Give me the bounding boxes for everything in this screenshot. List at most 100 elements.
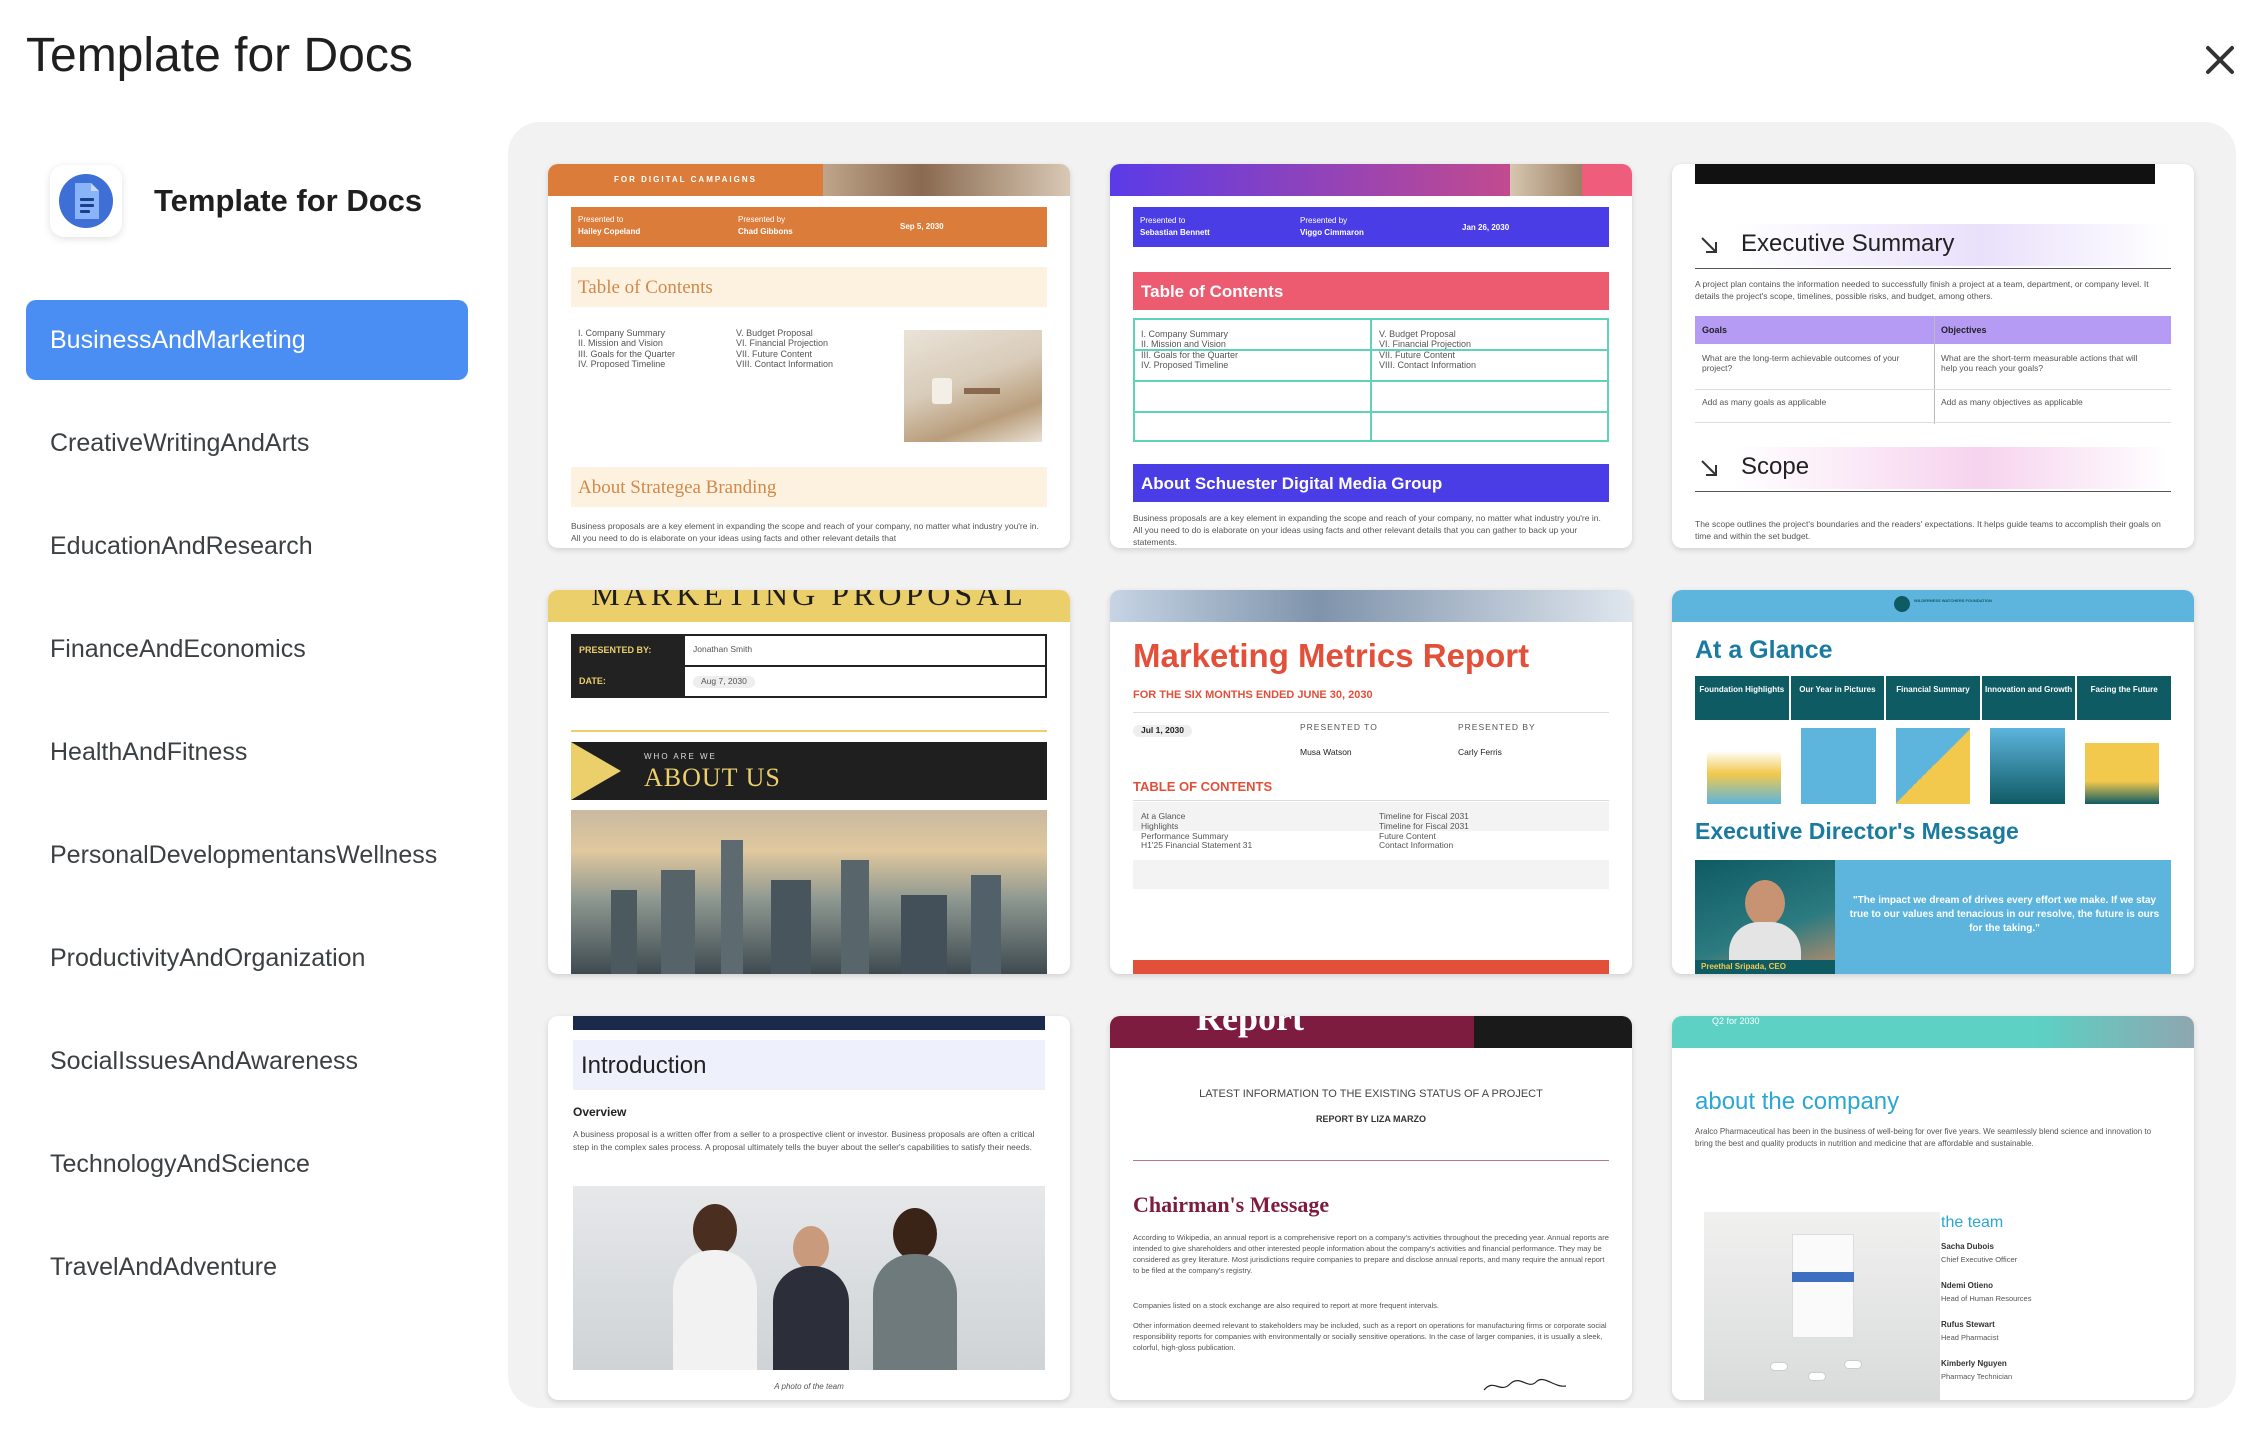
ceo-photo — [1695, 860, 1835, 974]
about-title: About Schuester Digital Media Group — [1141, 474, 1443, 493]
glance-title: At a Glance — [1695, 636, 1833, 664]
template-gallery: FOR DIGITAL CAMPAIGNS Presented to Haile… — [508, 122, 2236, 1408]
toc-item: II. Mission and Vision — [1141, 339, 1226, 350]
tagline: FOR DIGITAL CAMPAIGNS — [614, 175, 757, 184]
period: Q2 for 2030 — [1712, 1016, 1760, 1026]
template-card-marketing-metrics-report[interactable]: Marketing Metrics Report FOR THE SIX MON… — [1110, 590, 1632, 974]
about-title: about the company — [1695, 1088, 1900, 1115]
presented-to: Musa Watson — [1300, 747, 1352, 757]
category-social-issues-and-awareness[interactable]: SocialIssuesAndAwareness — [26, 1021, 468, 1101]
scope-title: Scope — [1741, 453, 1810, 480]
category-personal-development-wellness[interactable]: PersonalDevelopmentansWellness — [26, 815, 468, 895]
report-subtitle: FOR THE SIX MONTHS ENDED JUNE 30, 2030 — [1133, 689, 1373, 701]
toc-left: I. Company Summary II. Mission and Visio… — [578, 328, 675, 369]
template-card-foundation-annual-report[interactable]: WILDERNESS WATCHERS FOUNDATION At a Glan… — [1672, 590, 2194, 974]
toc-item: V. Budget Proposal — [1379, 329, 1456, 339]
toc-item: VIII. Contact Information — [1379, 360, 1477, 371]
toc-item: I. Company Summary — [1141, 329, 1229, 339]
report-author: REPORT BY LIZA MARZO — [1316, 1114, 1426, 1124]
toc-item: VIII. Contact Information — [736, 359, 834, 370]
glance-tab: Financial Summary — [1886, 676, 1980, 720]
glance-tab: Innovation and Growth — [1981, 676, 2076, 720]
toc-item: I. Company Summary — [578, 328, 666, 338]
presented-by-label: PRESENTED BY — [1458, 722, 1536, 732]
exec-body: A project plan contains the information … — [1695, 279, 2149, 301]
category-nav: BusinessAndMarketing CreativeWritingAndA… — [26, 300, 468, 1330]
glance-tab: Facing the Future — [2077, 676, 2171, 720]
proposal-title: MARKETING PROPOSAL — [591, 590, 1027, 612]
glance-tab: Foundation Highlights — [1695, 676, 1789, 720]
page-title: Template for Docs — [26, 29, 413, 82]
foundation-logo-icon — [1894, 596, 1910, 612]
who-label: WHO ARE WE — [644, 752, 717, 761]
report-subtitle: LATEST INFORMATION TO THE EXISTING STATU… — [1199, 1088, 1543, 1100]
team-member-role: Head Pharmacist — [1941, 1333, 1999, 1343]
template-card-marketing-proposal[interactable]: MARKETING PROPOSAL PRESENTED BY: Jonatha… — [548, 590, 1070, 974]
about-body: Aralco Pharmaceutical has been in the bu… — [1695, 1127, 2152, 1148]
arrow-down-right-icon — [1701, 460, 1717, 476]
team-member-name: Kimberly Nguyen — [1941, 1359, 2007, 1368]
team-title: the team — [1941, 1214, 2004, 1231]
close-icon — [2206, 46, 2234, 74]
body-paragraph-1: According to Wikipedia, an annual report… — [1133, 1233, 1609, 1275]
goals-header: Goals — [1702, 325, 1728, 335]
body-text: Business proposals are a key element in … — [1133, 513, 1601, 547]
arrow-down-right-icon — [1701, 237, 1717, 253]
toc-item: V. Budget Proposal — [736, 328, 813, 338]
presented-by: Viggo Cimmaron — [1300, 228, 1364, 237]
template-card-annual-report[interactable]: Report LATEST INFORMATION TO THE EXISTIN… — [1110, 1016, 1632, 1400]
desk-photo — [904, 330, 1042, 442]
presented-by: Jonathan Smith — [693, 644, 753, 654]
report-title: Report — [1196, 1016, 1304, 1038]
toc-right: V. Budget Proposal VI. Financial Project… — [1379, 329, 1476, 370]
goals-question: What are the long-term achievable outcom… — [1702, 353, 1900, 373]
exec-title: Executive Summary — [1741, 230, 1955, 257]
template-card-business-proposal[interactable]: Introduction Overview A business proposa… — [548, 1016, 1070, 1400]
close-button[interactable] — [2196, 36, 2244, 84]
toc-left: At a Glance Highlights Performance Summa… — [1141, 811, 1253, 851]
objectives-question: What are the short-term measurable actio… — [1941, 353, 2138, 373]
toc-item: II. Mission and Vision — [578, 338, 663, 349]
intro-title: Introduction — [581, 1052, 707, 1079]
glance-illustrations — [1695, 728, 2171, 804]
toc-item: H1'25 Financial Statement 31 — [1141, 840, 1253, 851]
category-travel-and-adventure[interactable]: TravelAndAdventure — [26, 1227, 468, 1307]
body-paragraph-2: Companies listed on a stock exchange are… — [1133, 1301, 1439, 1310]
team-member-name: Sacha Dubois — [1941, 1242, 1994, 1251]
category-technology-and-science[interactable]: TechnologyAndScience — [26, 1124, 468, 1204]
category-productivity-and-organization[interactable]: ProductivityAndOrganization — [26, 918, 468, 998]
category-finance-and-economics[interactable]: FinanceAndEconomics — [26, 609, 468, 689]
about-title: About Strategea Branding — [578, 477, 777, 498]
toc-left: I. Company Summary II. Mission and Visio… — [1141, 329, 1238, 370]
date: Aug 7, 2030 — [693, 676, 755, 688]
presented-by: Carly Ferris — [1458, 747, 1502, 757]
toc-item: Contact Information — [1379, 840, 1454, 851]
presented-by-label: PRESENTED BY: — [579, 645, 652, 655]
presented-to-label: Presented to — [1140, 216, 1186, 225]
report-title: Marketing Metrics Report — [1133, 637, 1530, 674]
presented-to-label: PRESENTED TO — [1300, 722, 1378, 732]
glance-tab: Our Year in Pictures — [1790, 676, 1885, 720]
team-member-role: Pharmacy Technician — [1941, 1372, 2013, 1382]
template-card-digital-media-proposal[interactable]: Presented to Sebastian Bennett Presented… — [1110, 164, 1632, 548]
toc-title: TABLE OF CONTENTS — [1133, 779, 1273, 794]
presented-to-label: Presented to — [578, 215, 624, 224]
signature-icon — [1483, 1378, 1567, 1391]
objectives-header: Objectives — [1941, 325, 1987, 335]
template-card-digital-campaign-proposal[interactable]: FOR DIGITAL CAMPAIGNS Presented to Haile… — [548, 164, 1070, 548]
team-list: Sacha Dubois Chief Executive Officer Nde… — [1941, 1242, 2161, 1398]
category-business-and-marketing[interactable]: BusinessAndMarketing — [26, 300, 468, 380]
team-member-name: Rufus Stewart — [1941, 1320, 1995, 1329]
team-member-role: Chief Executive Officer — [1941, 1255, 2018, 1265]
category-education-and-research[interactable]: EducationAndResearch — [26, 506, 468, 586]
message-title: Executive Director's Message — [1695, 818, 2019, 844]
template-card-project-plan[interactable]: Executive Summary A project plan contain… — [1672, 164, 2194, 548]
toc-item: III. Goals for the Quarter — [578, 348, 676, 359]
team-photo — [573, 1186, 1045, 1370]
toc-item: VI. Financial Projection — [736, 338, 829, 349]
category-health-and-fitness[interactable]: HealthAndFitness — [26, 712, 468, 792]
category-creative-writing-and-arts[interactable]: CreativeWritingAndArts — [26, 403, 468, 483]
template-card-company-profile[interactable]: Q2 for 2030 about the company Aralco Pha… — [1672, 1016, 2194, 1400]
toc-item: VI. Financial Projection — [1379, 339, 1472, 350]
toc-right: Timeline for Fiscal 2031 Timeline for Fi… — [1379, 811, 1469, 851]
